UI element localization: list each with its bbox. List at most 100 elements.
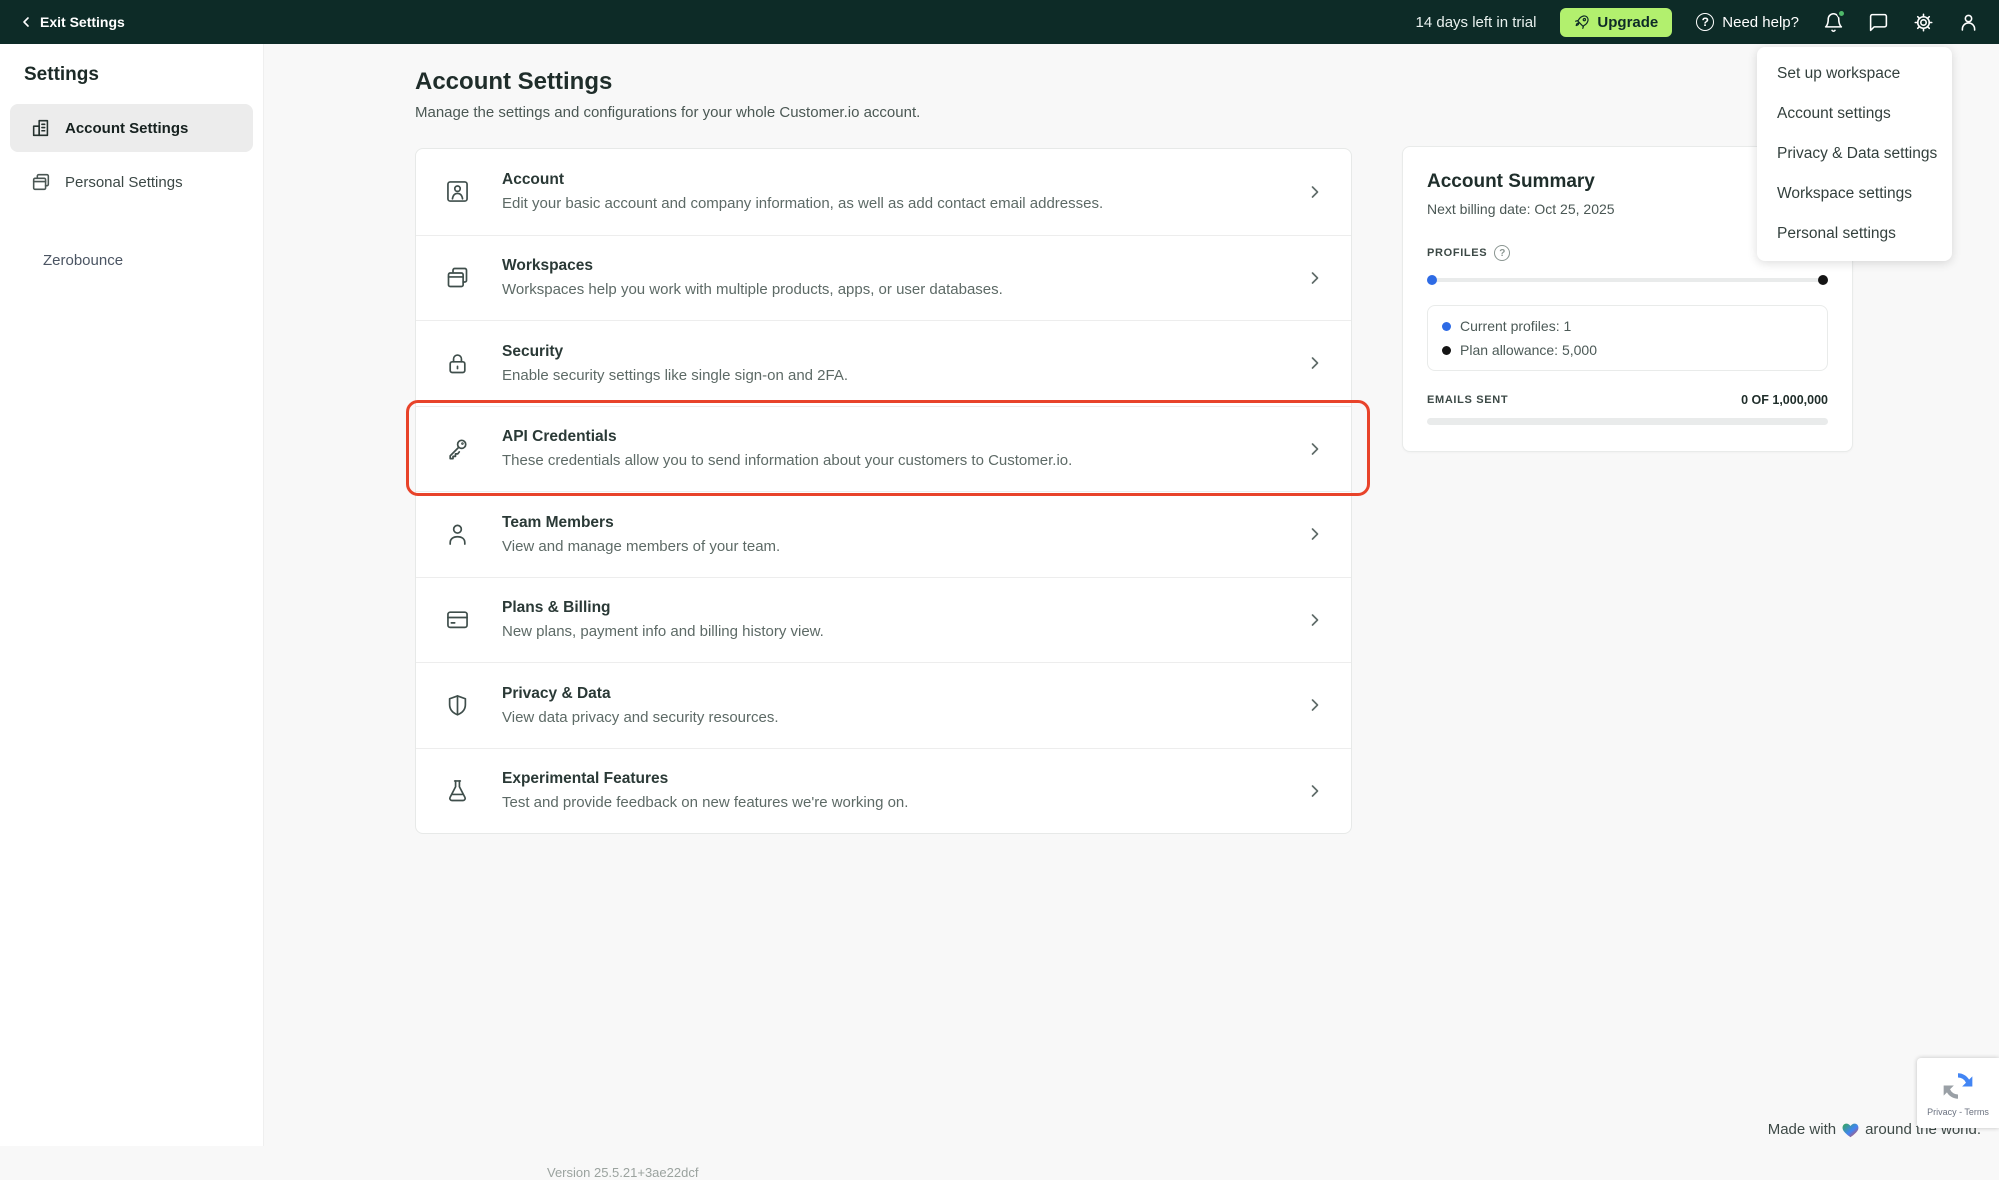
menu-item-account-settings[interactable]: Account settings (1757, 94, 1952, 134)
recaptcha-badge[interactable]: Privacy - Terms (1917, 1058, 1999, 1128)
settings-row-security[interactable]: Security Enable security settings like s… (416, 320, 1351, 406)
settings-row-team-members[interactable]: Team Members View and manage members of … (416, 491, 1351, 577)
version-text: Version 25.5.21+3ae22dcf (547, 1165, 699, 1180)
legend-item-current-profiles: Current profiles: 1 (1442, 318, 1813, 334)
chevron-right-icon (1305, 353, 1325, 373)
profiles-help-icon[interactable]: ? (1494, 245, 1511, 261)
account-user-button[interactable] (1958, 12, 1979, 33)
chevron-left-icon (18, 14, 34, 30)
user-icon (1958, 12, 1979, 33)
main-content: Account Settings Manage the settings and… (264, 44, 1999, 1180)
profiles-usage-slider (1427, 275, 1828, 285)
exit-settings-button[interactable]: Exit Settings (18, 14, 125, 30)
account-card-icon (444, 178, 472, 205)
settings-row-privacy-data[interactable]: Privacy & Data View data privacy and sec… (416, 662, 1351, 748)
upgrade-button[interactable]: Upgrade (1560, 7, 1673, 37)
settings-row-description: Edit your basic account and company info… (502, 195, 1104, 213)
gear-icon (1913, 12, 1934, 33)
settings-gear-button[interactable] (1913, 12, 1934, 33)
notifications-button[interactable] (1823, 8, 1846, 33)
settings-row-title: Team Members (502, 513, 614, 531)
chevron-right-icon (1305, 781, 1325, 801)
chevron-right-icon (1305, 268, 1325, 288)
settings-row-description: Workspaces help you work with multiple p… (502, 281, 1003, 299)
sidebar-item-personal-settings[interactable]: Personal Settings (10, 158, 253, 206)
question-circle-icon: ? (1696, 13, 1715, 31)
settings-row-description: View data privacy and security resources… (502, 708, 779, 726)
emails-sent-label: EMAILS SENT (1427, 394, 1509, 406)
chevron-right-icon (1305, 182, 1325, 202)
windows-stack-icon (30, 171, 52, 193)
legend-label: Plan allowance: 5,000 (1460, 342, 1597, 358)
black-dot-icon (1442, 345, 1451, 355)
recaptcha-privacy-terms[interactable]: Privacy - Terms (1927, 1107, 1989, 1117)
rocket-icon (1574, 14, 1590, 30)
heart-icon (1842, 1122, 1859, 1138)
menu-item-workspace-settings[interactable]: Workspace settings (1757, 174, 1952, 214)
menu-item-personal-settings[interactable]: Personal settings (1757, 214, 1952, 254)
settings-row-api-credentials[interactable]: API Credentials These credentials allow … (416, 405, 1351, 492)
settings-row-experimental-features[interactable]: Experimental Features Test and provide f… (416, 747, 1351, 834)
plan-allowance-marker (1818, 275, 1828, 285)
settings-row-description: Enable security settings like single sig… (502, 366, 849, 384)
settings-row-title: Plans & Billing (502, 599, 611, 617)
settings-row-account[interactable]: Account Edit your basic account and comp… (416, 149, 1351, 235)
topbar: Exit Settings 14 days left in trial Upgr… (0, 0, 1999, 44)
page-title: Account Settings (415, 68, 613, 95)
settings-row-plans-billing[interactable]: Plans & Billing New plans, payment info … (416, 576, 1351, 663)
sidebar-title: Settings (24, 64, 99, 85)
settings-row-description: Test and provide feedback on new feature… (502, 794, 909, 812)
person-icon (444, 521, 472, 548)
shield-icon (444, 692, 472, 719)
notification-dot (1837, 8, 1846, 18)
profiles-label: PROFILES (1427, 247, 1488, 259)
settings-row-title: Security (502, 342, 564, 360)
made-with-prefix: Made with (1767, 1121, 1837, 1138)
key-icon (444, 435, 472, 462)
settings-row-title: API Credentials (502, 428, 617, 446)
settings-row-title: Privacy & Data (502, 684, 611, 702)
workspace-name[interactable]: Zerobounce (43, 252, 263, 269)
page-subtitle: Manage the settings and configurations f… (415, 104, 921, 121)
sidebar-item-label: Personal Settings (65, 173, 183, 191)
credit-card-icon (444, 606, 472, 633)
settings-row-title: Experimental Features (502, 770, 669, 788)
settings-row-title: Account (502, 171, 564, 189)
emails-sent-value: 0 OF 1,000,000 (1741, 393, 1828, 407)
emails-sent-progress-bar (1427, 418, 1828, 425)
recaptcha-logo-icon (1941, 1069, 1975, 1103)
chevron-right-icon (1305, 695, 1325, 715)
workspaces-icon (444, 264, 472, 291)
settings-row-description: These credentials allow you to send info… (502, 452, 1073, 470)
settings-list: Account Edit your basic account and comp… (406, 148, 1370, 834)
messages-button[interactable] (1868, 12, 1889, 33)
sidebar-item-label: Account Settings (65, 119, 189, 137)
settings-sidebar: Settings Account Settings Personal Setti… (0, 44, 264, 1146)
need-help-label: Need help? (1722, 13, 1799, 31)
trial-countdown: 14 days left in trial (1415, 13, 1537, 31)
settings-row-workspaces[interactable]: Workspaces Workspaces help you work with… (416, 234, 1351, 321)
chevron-right-icon (1305, 610, 1325, 630)
legend-label: Current profiles: 1 (1460, 318, 1572, 334)
settings-row-title: Workspaces (502, 257, 594, 275)
profiles-legend: Current profiles: 1 Plan allowance: 5,00… (1427, 305, 1828, 371)
building-icon (30, 117, 52, 139)
need-help-button[interactable]: ? Need help? (1696, 13, 1799, 31)
lock-icon (444, 350, 472, 377)
chevron-right-icon (1305, 439, 1325, 459)
current-profiles-marker (1427, 275, 1437, 285)
chevron-right-icon (1305, 524, 1325, 544)
slider-track (1427, 278, 1828, 282)
flask-icon (444, 777, 472, 804)
user-dropdown-menu: Set up workspace Account settings Privac… (1757, 47, 1952, 261)
settings-row-description: View and manage members of your team. (502, 537, 781, 555)
blue-dot-icon (1442, 321, 1451, 331)
upgrade-label: Upgrade (1597, 13, 1659, 31)
settings-row-description: New plans, payment info and billing hist… (502, 623, 824, 641)
chat-bubble-icon (1868, 12, 1889, 33)
menu-item-privacy-data-settings[interactable]: Privacy & Data settings (1757, 134, 1952, 174)
menu-item-set-up-workspace[interactable]: Set up workspace (1757, 54, 1952, 94)
legend-item-plan-allowance: Plan allowance: 5,000 (1442, 342, 1813, 358)
exit-settings-label: Exit Settings (40, 14, 125, 30)
sidebar-item-account-settings[interactable]: Account Settings (10, 104, 253, 152)
